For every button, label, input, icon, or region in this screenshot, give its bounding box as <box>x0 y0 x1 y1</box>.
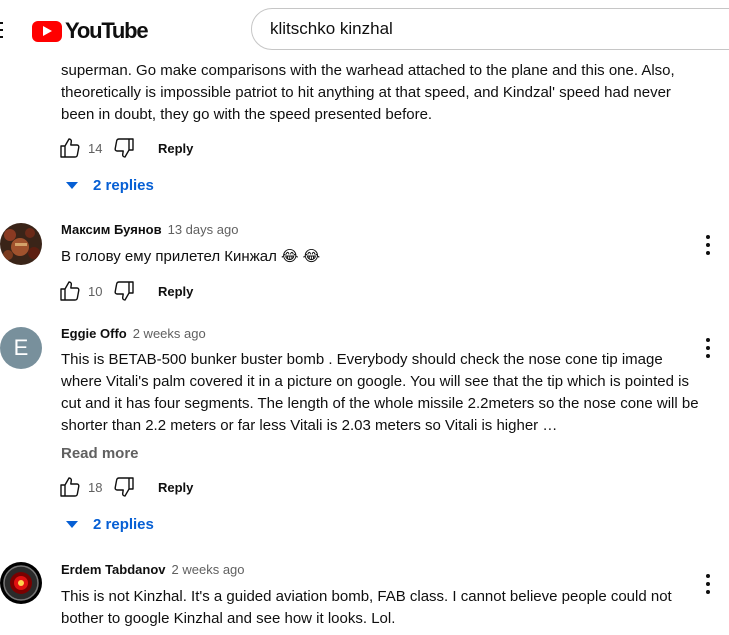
like-count: 18 <box>88 479 103 495</box>
avatar[interactable] <box>0 562 42 604</box>
view-replies-button[interactable]: 2 replies <box>66 174 154 196</box>
masthead: YouTube <box>0 0 729 60</box>
comment-time[interactable]: 2 weeks ago <box>172 562 245 577</box>
view-replies-button[interactable]: 2 replies <box>66 513 154 535</box>
avatar-image <box>0 562 42 604</box>
comment-text: This is not Kinzhal. It's a guided aviat… <box>61 588 672 627</box>
author-name[interactable]: Максим Буянов <box>61 222 162 237</box>
comment-actions: 10 Reply <box>58 279 193 303</box>
more-actions-icon[interactable] <box>702 235 714 255</box>
author-name[interactable]: Eggie Offo <box>61 326 127 341</box>
chevron-down-icon <box>66 520 78 528</box>
dislike-icon[interactable] <box>112 475 136 499</box>
comment-actions: 14 Reply <box>58 136 193 160</box>
comment-time[interactable]: 2 weeks ago <box>133 326 206 341</box>
avatar[interactable]: E <box>0 327 42 369</box>
reply-button[interactable]: Reply <box>158 141 193 156</box>
dislike-icon[interactable] <box>112 136 136 160</box>
search-box[interactable] <box>251 8 729 50</box>
chevron-down-icon <box>66 181 78 189</box>
search-input[interactable] <box>270 9 729 49</box>
reply-button[interactable]: Reply <box>158 284 193 299</box>
comment-text: This is BETAB-500 bunker buster bomb . E… <box>61 351 699 434</box>
like-icon[interactable] <box>58 136 82 160</box>
like-count: 14 <box>88 140 103 156</box>
comment-header: Erdem Tabdanov 2 weeks ago <box>61 562 245 580</box>
avatar[interactable] <box>0 223 42 265</box>
avatar-image <box>0 223 42 265</box>
more-actions-icon[interactable] <box>702 338 714 358</box>
youtube-logo[interactable]: YouTube <box>32 18 149 44</box>
like-count: 10 <box>88 283 103 299</box>
author-name[interactable]: Erdem Tabdanov <box>61 562 166 577</box>
comment-text: superman. Go make comparisons with the w… <box>61 62 675 123</box>
comment-header: Eggie Offo 2 weeks ago <box>61 326 206 344</box>
more-actions-icon[interactable] <box>702 574 714 594</box>
logo-text: YouTube <box>65 18 149 43</box>
read-more-button[interactable]: Read more <box>61 445 139 462</box>
youtube-play-icon <box>32 20 62 42</box>
dislike-icon[interactable] <box>112 279 136 303</box>
replies-label: 2 replies <box>93 176 154 194</box>
reply-button[interactable]: Reply <box>158 480 193 495</box>
comment-time[interactable]: 13 days ago <box>168 222 239 237</box>
avatar-letter: E <box>13 335 29 360</box>
menu-icon[interactable] <box>0 22 3 38</box>
replies-label: 2 replies <box>93 515 154 533</box>
like-icon[interactable] <box>58 279 82 303</box>
comment-header: Максим Буянов 13 days ago <box>61 222 238 240</box>
like-icon[interactable] <box>58 475 82 499</box>
comment-text: В голову ему прилетел Кинжал 😂 😂 <box>61 248 321 265</box>
comment-actions: 18 Reply <box>58 475 193 499</box>
